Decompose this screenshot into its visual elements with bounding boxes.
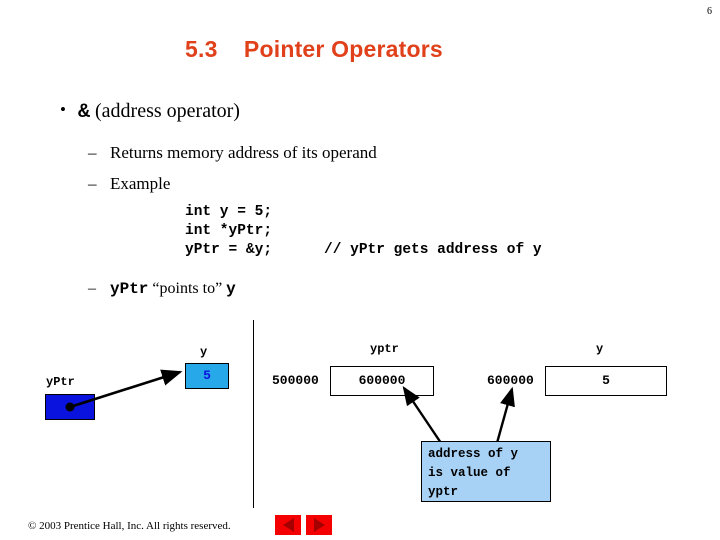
annotation-box: address of y is value of yptr — [421, 441, 551, 502]
bullet-level1: • & (address operator) — [60, 100, 240, 124]
bullet-level2-points-to: – yPtr “points to” y — [88, 280, 236, 298]
points-to-variable-name: y — [226, 280, 236, 298]
annotation-line-3: yptr — [428, 485, 459, 499]
left-pointer-arrow — [69, 369, 183, 409]
diagram-divider — [253, 320, 254, 508]
code-line-3: yPtr = &y; — [185, 242, 273, 258]
left-variable-box: 5 — [185, 363, 229, 389]
left-pointer-arrow-svg — [65, 369, 183, 412]
left-pointer-label: yPtr — [46, 375, 75, 389]
left-variable-label: y — [200, 345, 208, 359]
code-line-1: int y = 5; — [185, 204, 273, 220]
bullet-dot-icon: • — [60, 100, 66, 119]
points-to-phrase: “points to” — [148, 280, 227, 297]
right-yptr-box: 600000 — [330, 366, 434, 396]
page-number: 6 — [707, 6, 712, 17]
next-slide-button[interactable] — [306, 515, 332, 535]
dash-icon: – — [88, 174, 97, 193]
code-line-3-comment: // yPtr gets address of y — [324, 242, 542, 258]
pointer-dot-icon — [65, 402, 75, 412]
right-y-address: 600000 — [487, 373, 534, 388]
annotation-line-1: address of y — [428, 447, 519, 461]
right-y-label: y — [596, 342, 604, 356]
copyright-notice: © 2003 Prentice Hall, Inc. All rights re… — [28, 520, 231, 532]
triangle-left-icon — [282, 518, 294, 532]
dash-icon: – — [88, 143, 97, 162]
bullet-level2-returns: – Returns memory address of its operand — [88, 143, 377, 163]
page-title: 5.3 Pointer Operators — [185, 36, 443, 62]
previous-slide-button[interactable] — [275, 515, 301, 535]
bullet-level2-label: Example — [110, 174, 171, 193]
bullet-level1-label: (address operator) — [90, 100, 240, 122]
left-pointer-box — [45, 394, 95, 420]
annotation-arrow-to-y-address — [495, 386, 515, 444]
bullet-level2-example: – Example — [88, 174, 170, 194]
dash-icon: – — [88, 280, 96, 297]
annotation-arrow-to-yptr-value — [402, 386, 442, 444]
annotation-arrows-svg — [402, 386, 515, 444]
address-operator-symbol: & — [78, 101, 91, 124]
points-to-pointer-name: yPtr — [110, 280, 149, 298]
right-y-box: 5 — [545, 366, 667, 396]
code-line-2: int *yPtr; — [185, 223, 273, 239]
right-yptr-address: 500000 — [272, 373, 319, 388]
bullet-level2-label: Returns memory address of its operand — [110, 143, 377, 162]
code-block: int y = 5; int *yPtr; yPtr = &y; // yPtr … — [185, 203, 542, 260]
annotation-line-2: is value of — [428, 466, 511, 480]
right-yptr-label: yptr — [370, 342, 399, 356]
memory-diagram: yPtr y 5 500000 yptr 600000 600000 y 5 a… — [0, 0, 720, 540]
triangle-right-icon — [313, 518, 325, 532]
